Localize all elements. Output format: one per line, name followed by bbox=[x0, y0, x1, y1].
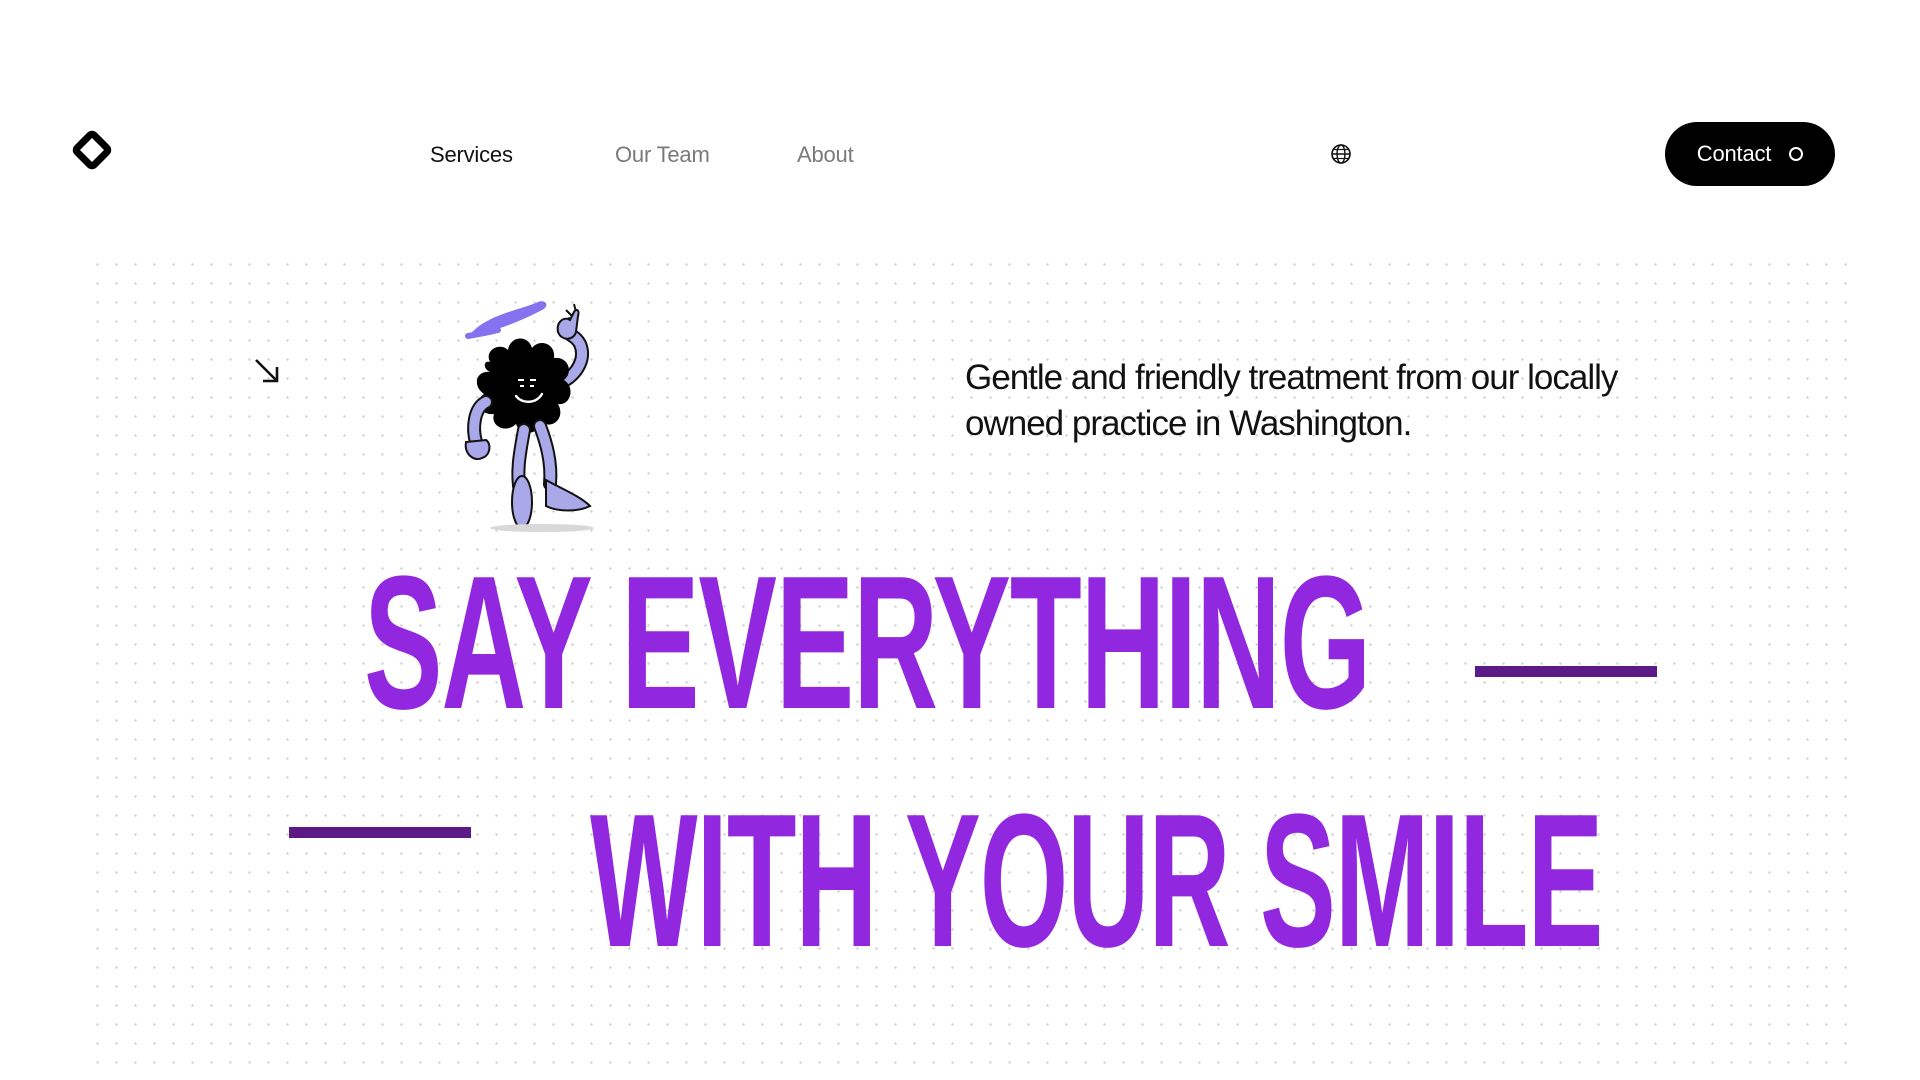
nav-item-our-team[interactable]: Our Team bbox=[615, 140, 710, 170]
arrow-down-right-icon bbox=[255, 359, 279, 383]
globe-icon[interactable] bbox=[1330, 143, 1352, 165]
circle-icon bbox=[1789, 147, 1804, 161]
contact-button-label: Contact bbox=[1696, 141, 1772, 166]
decorative-dash bbox=[1475, 666, 1657, 677]
cartoon-tooth-mascot bbox=[464, 301, 594, 532]
hero-tagline: Gentle and friendly treatment from our l… bbox=[965, 358, 1618, 443]
nav-item-about[interactable]: About bbox=[797, 140, 854, 170]
contact-button[interactable]: Contact bbox=[1665, 122, 1835, 186]
diamond-logo-icon[interactable] bbox=[70, 128, 114, 172]
headline-line-1: SAY EVERYTHING bbox=[364, 537, 1371, 749]
headline-line-2: WITH YOUR SMILE bbox=[590, 775, 1603, 987]
nav-item-services[interactable]: Services bbox=[430, 140, 513, 170]
decorative-dash bbox=[289, 827, 471, 838]
